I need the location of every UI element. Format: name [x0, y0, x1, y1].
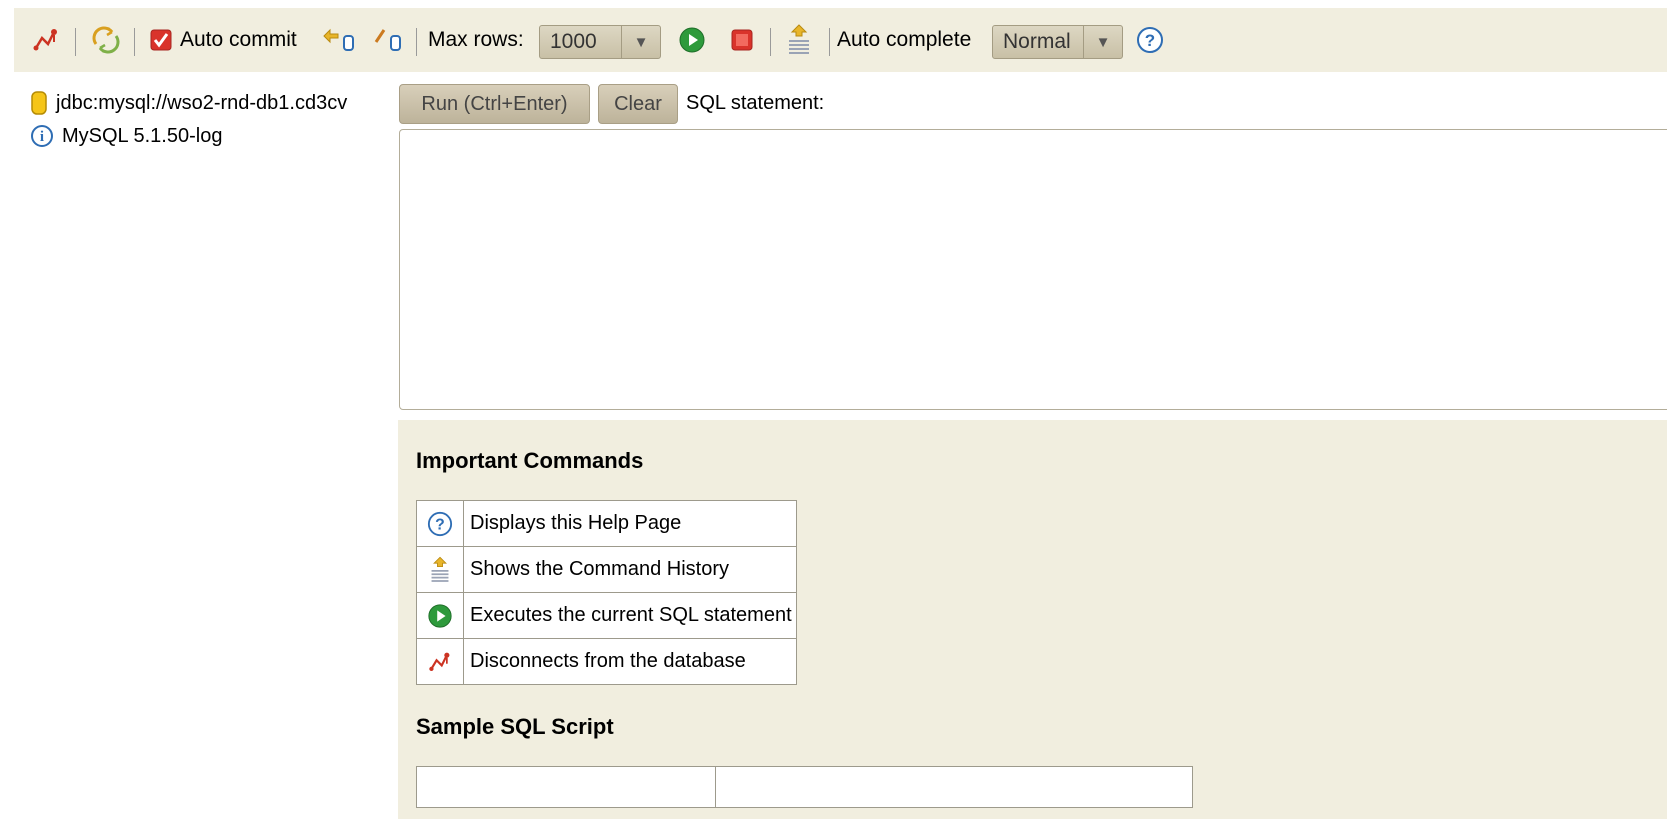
command-description: Shows the Command History [463, 546, 797, 593]
toolbar: Auto commit Max rows: 1000 ▼ Auto comple… [14, 8, 1667, 72]
auto-complete-value: Normal [1003, 30, 1071, 53]
db-version: MySQL 5.1.50-log [62, 124, 223, 147]
rollback-icon[interactable] [372, 8, 404, 72]
run-icon[interactable] [678, 8, 706, 72]
table-cell [416, 766, 716, 808]
help-panel: Important Commands ? Displays this Help … [398, 420, 1667, 819]
chevron-down-icon[interactable]: ▼ [621, 26, 660, 58]
help-icon[interactable]: ? [1136, 8, 1164, 72]
sample-sql-table [416, 766, 1193, 808]
svg-text:i: i [40, 129, 44, 145]
connection-url: jdbc:mysql://wso2-rnd-db1.cd3cv [56, 91, 348, 114]
commands-table: ? Displays this Help Page Shows the Comm… [416, 500, 797, 685]
run-icon [416, 592, 464, 639]
max-rows-value: 1000 [550, 30, 597, 53]
svg-text:?: ? [435, 516, 445, 533]
table-row: Executes the current SQL statement [416, 592, 797, 639]
important-commands-heading: Important Commands [416, 448, 644, 473]
clear-button[interactable]: Clear [598, 84, 678, 124]
svg-text:?: ? [1145, 31, 1155, 50]
table-row [416, 766, 1193, 808]
table-row: ? Displays this Help Page [416, 500, 797, 547]
auto-complete-select[interactable]: Normal ▼ [992, 25, 1123, 59]
refresh-icon[interactable] [90, 8, 122, 72]
info-icon: i [31, 125, 53, 147]
toolbar-separator [829, 28, 830, 56]
toolbar-separator [75, 28, 76, 56]
run-button[interactable]: Run (Ctrl+Enter) [399, 84, 590, 124]
sql-statement-label: SQL statement: [686, 92, 825, 114]
help-icon: ? [416, 500, 464, 547]
history-icon [416, 546, 464, 593]
command-description: Disconnects from the database [463, 638, 797, 685]
stop-icon[interactable] [730, 8, 754, 72]
auto-commit-checkbox[interactable] [150, 8, 172, 72]
max-rows-select[interactable]: 1000 ▼ [539, 25, 661, 59]
table-row: Shows the Command History [416, 546, 797, 593]
disconnect-icon [416, 638, 464, 685]
sample-sql-heading: Sample SQL Script [416, 714, 614, 739]
version-node[interactable]: i MySQL 5.1.50-log [30, 124, 222, 148]
connection-node[interactable]: jdbc:mysql://wso2-rnd-db1.cd3cv [30, 90, 347, 116]
command-description: Executes the current SQL statement [463, 592, 797, 639]
toolbar-separator [134, 28, 135, 56]
disconnect-icon[interactable] [32, 8, 60, 72]
toolbar-separator [416, 28, 417, 56]
toolbar-separator [770, 28, 771, 56]
connection-tree: jdbc:mysql://wso2-rnd-db1.cd3cv i MySQL … [0, 84, 392, 819]
auto-commit-label: Auto commit [180, 28, 297, 51]
max-rows-label: Max rows: [428, 28, 524, 51]
history-icon[interactable] [786, 8, 812, 72]
table-cell [715, 766, 1193, 808]
sql-statement-input[interactable] [399, 129, 1667, 410]
auto-complete-label: Auto complete [837, 28, 972, 51]
commit-icon[interactable] [320, 8, 356, 72]
table-row: Disconnects from the database [416, 638, 797, 685]
chevron-down-icon[interactable]: ▼ [1083, 26, 1122, 58]
command-description: Displays this Help Page [463, 500, 797, 547]
database-icon [31, 91, 47, 115]
